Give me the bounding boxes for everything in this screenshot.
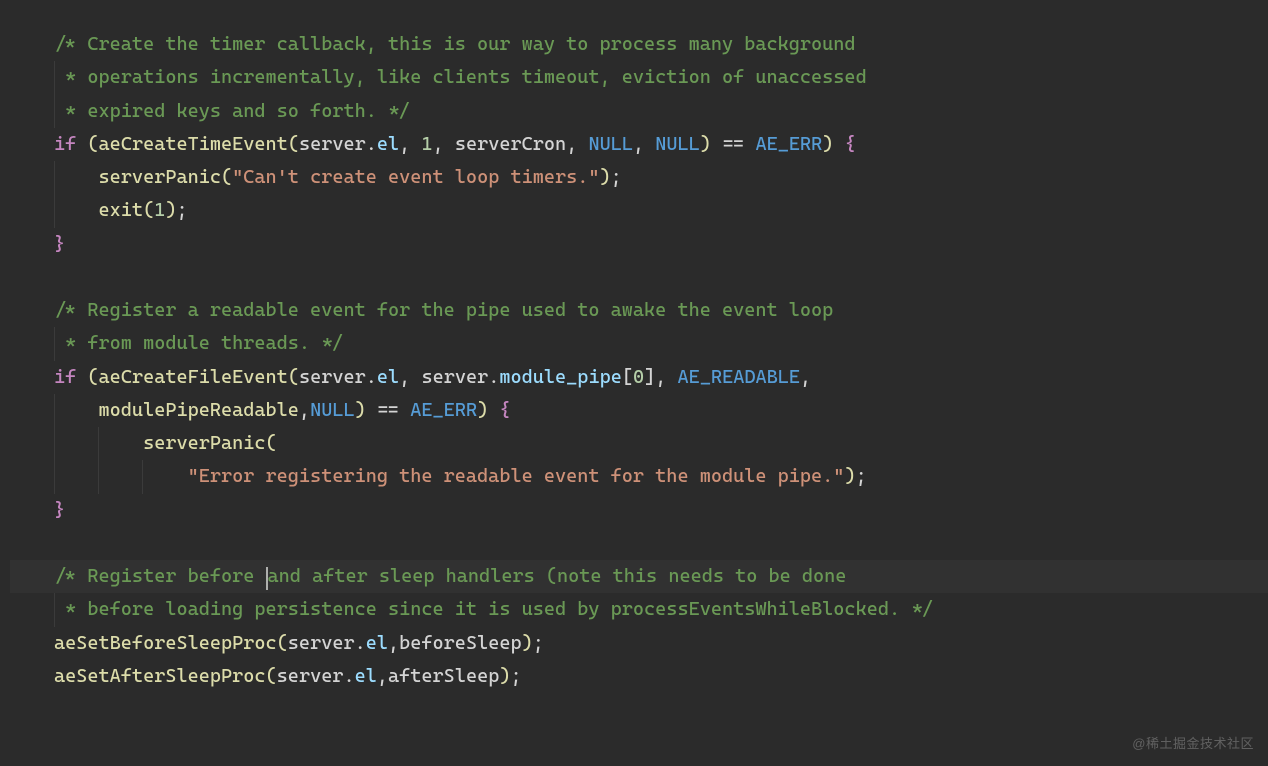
code-line: /* Create the timer callback, this is ou… — [10, 28, 1268, 61]
code-editor[interactable]: /* Create the timer callback, this is ou… — [0, 0, 1268, 721]
code-line: exit(1); — [10, 194, 1268, 227]
code-line: * before loading persistence since it is… — [10, 593, 1268, 626]
comment-text: * before loading persistence since it is… — [54, 598, 934, 620]
comment-text: * from module threads. */ — [54, 332, 343, 354]
code-line: "Error registering the readable event fo… — [10, 460, 1268, 493]
code-line: serverPanic( — [10, 427, 1268, 460]
keyword-if: if — [54, 366, 76, 388]
func-call: aeCreateTimeEvent — [99, 133, 288, 155]
code-line: * from module threads. */ — [10, 327, 1268, 360]
code-line: * expired keys and so forth. */ — [10, 95, 1268, 128]
watermark-text: @稀土掘金技术社区 — [1132, 733, 1254, 756]
func-call: aeSetAfterSleepProc — [54, 665, 266, 687]
code-line: * operations incrementally, like clients… — [10, 61, 1268, 94]
func-call: serverPanic — [99, 166, 221, 188]
code-line: aeSetBeforeSleepProc(server.el,beforeSle… — [10, 627, 1268, 660]
comment-text: /* Create the timer callback, this is ou… — [54, 33, 856, 55]
code-line: if (aeCreateFileEvent(server.el, server.… — [10, 361, 1268, 394]
comment-text: * operations incrementally, like clients… — [54, 66, 867, 88]
comment-text: * expired keys and so forth. */ — [54, 100, 410, 122]
code-line: modulePipeReadable,NULL) == AE_ERR) { — [10, 394, 1268, 427]
func-call: aeCreateFileEvent — [99, 366, 288, 388]
func-call: aeSetBeforeSleepProc — [54, 632, 277, 654]
code-line: } — [10, 228, 1268, 261]
code-line-active: /* Register before and after sleep handl… — [10, 560, 1268, 593]
blank-line — [10, 527, 1268, 560]
func-call: exit — [99, 199, 144, 221]
code-line: /* Register a readable event for the pip… — [10, 294, 1268, 327]
text-cursor — [266, 567, 268, 590]
code-line: if (aeCreateTimeEvent(server.el, 1, serv… — [10, 128, 1268, 161]
comment-text: /* Register before — [54, 565, 266, 587]
string-literal: "Can't create event loop timers." — [232, 166, 599, 188]
func-call: serverPanic — [143, 432, 265, 454]
blank-line — [10, 261, 1268, 294]
comment-text: /* Register a readable event for the pip… — [54, 299, 833, 321]
comment-text: and after sleep handlers (note this need… — [268, 565, 847, 587]
code-line: aeSetAfterSleepProc(server.el,afterSleep… — [10, 660, 1268, 693]
func-call: modulePipeReadable — [99, 399, 299, 421]
string-literal: "Error registering the readable event fo… — [188, 465, 845, 487]
code-line: serverPanic("Can't create event loop tim… — [10, 161, 1268, 194]
code-line: } — [10, 494, 1268, 527]
keyword-if: if — [54, 133, 76, 155]
